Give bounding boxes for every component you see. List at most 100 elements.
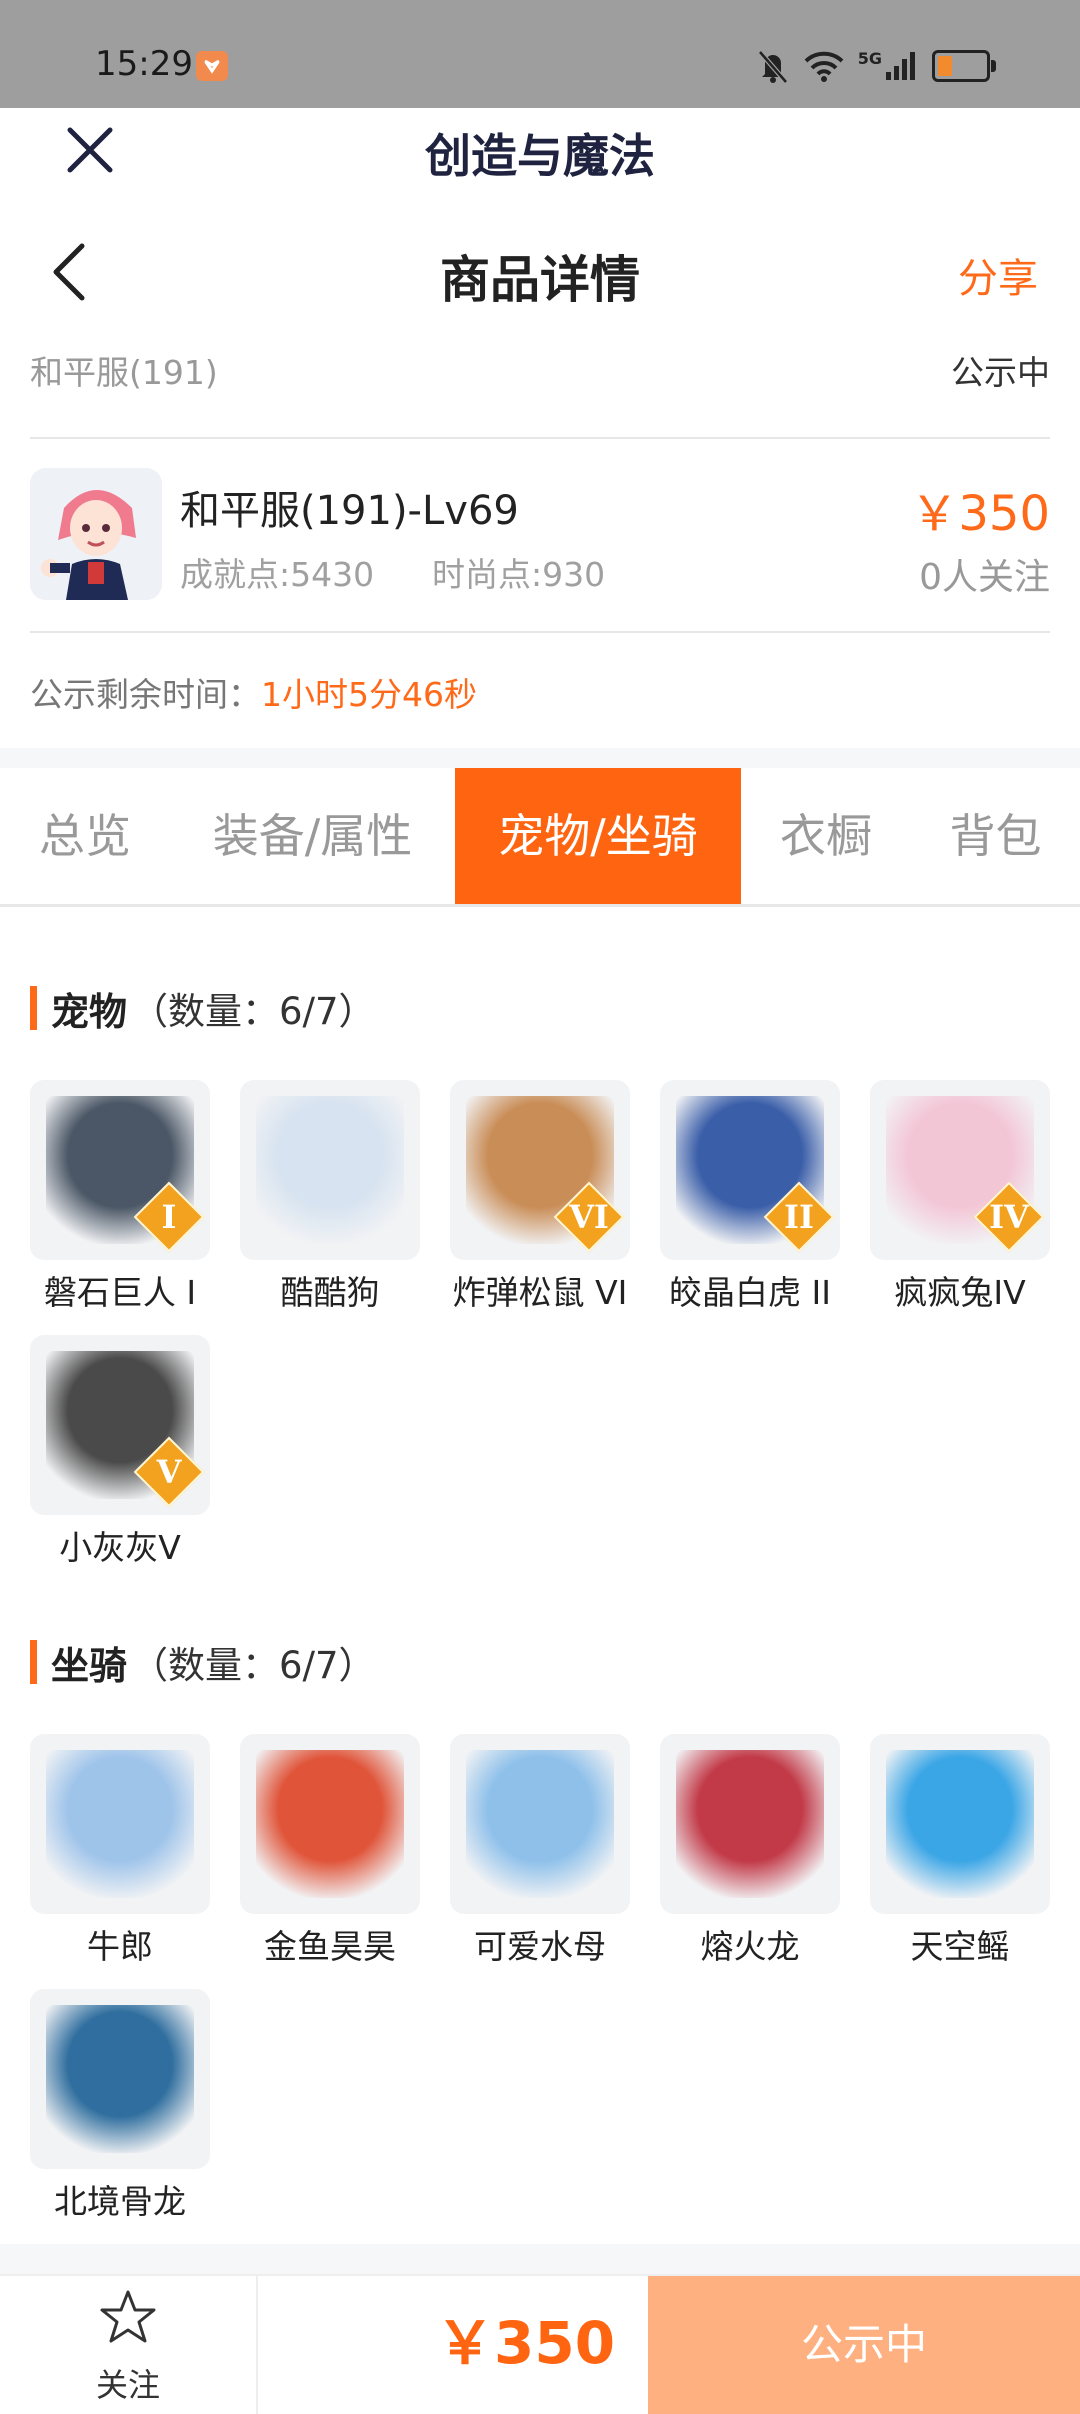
product-summary: 和平服(191)-Lv69 成就点:5430 时尚点:930 ￥350 0人关注: [30, 468, 1050, 600]
mount-name: 天空鳐: [910, 1927, 1010, 1966]
status-bar: 15:29 5G: [0, 0, 1080, 108]
follow-label: 关注: [95, 2366, 160, 2404]
mount-image: [256, 1750, 404, 1898]
bottom-price: ￥350: [436, 2309, 616, 2377]
pet-card[interactable]: VI 炸弹松鼠 VI: [450, 1080, 630, 1314]
rank-badge-label: II: [784, 1198, 814, 1236]
mount-card[interactable]: 可爱水母: [450, 1734, 630, 1968]
share-button[interactable]: 分享: [958, 246, 1038, 304]
mount-card[interactable]: 天空鳐: [870, 1734, 1050, 1968]
cool-dog-icon: [240, 1080, 420, 1260]
network-type: 5G: [857, 48, 882, 68]
pet-name: 疯疯兔IV: [894, 1273, 1026, 1312]
server-row: 和平服(191) 公示中: [30, 342, 1050, 398]
nav-bar: 商品详情 分享: [0, 216, 1080, 326]
wifi-icon: [804, 51, 844, 82]
clock: 15:29: [95, 44, 193, 84]
mount-image: [886, 1750, 1034, 1898]
mount-image: [676, 1750, 824, 1898]
product-name: 和平服(191)-Lv69: [180, 488, 519, 534]
pets-section-header: 宠物 （数量：6/7）: [30, 983, 376, 1034]
section-accent: [30, 1640, 37, 1684]
rock-giant-icon: I: [30, 1080, 210, 1260]
follow-button[interactable]: 关注: [0, 2276, 258, 2414]
mount-name: 可爱水母: [474, 1927, 606, 1966]
pet-card[interactable]: II 皎晶白虎 II: [660, 1080, 840, 1314]
pet-name: 炸弹松鼠 VI: [452, 1273, 628, 1312]
mount-card[interactable]: 熔火龙: [660, 1734, 840, 1968]
pet-name: 皎晶白虎 II: [669, 1273, 831, 1312]
countdown-value: 1小时5分46秒: [261, 675, 477, 714]
rank-badge-label: V: [156, 1453, 182, 1491]
tab-bar: 总览 装备/属性 宠物/坐骑 衣橱 背包: [0, 768, 1080, 904]
mounts-title: 坐骑: [51, 1643, 128, 1688]
mount-name: 北境骨龙: [54, 2182, 186, 2221]
star-icon: [100, 2290, 156, 2343]
pets-count: （数量：6/7）: [131, 990, 376, 1033]
white-tiger-icon: II: [660, 1080, 840, 1260]
bomb-squirrel-icon: VI: [450, 1080, 630, 1260]
fire-dragon-icon: [660, 1734, 840, 1914]
listing-status: 公示中: [951, 353, 1050, 392]
pet-name: 磐石巨人 I: [43, 1273, 197, 1312]
mounts-section-header: 坐骑 （数量：6/7）: [30, 1637, 376, 1688]
mount-name: 金鱼昊昊: [264, 1927, 396, 1966]
mount-name: 牛郎: [87, 1927, 153, 1966]
character-avatar: [30, 468, 162, 600]
product-price: ￥350: [910, 486, 1050, 542]
mount-image: [466, 1750, 614, 1898]
tab-backpack[interactable]: 背包: [911, 768, 1080, 904]
section-gap: [0, 748, 1080, 768]
rank-badge-label: I: [161, 1198, 177, 1236]
rank-badge-label: VI: [569, 1198, 609, 1236]
section-gap: [0, 2244, 1080, 2274]
bottom-action-bar: 关注 ￥350 公示中: [0, 2274, 1080, 2414]
bone-dragon-icon: [30, 1989, 210, 2169]
tab-overview[interactable]: 总览: [0, 768, 170, 904]
mount-name: 熔火龙: [700, 1927, 800, 1966]
jellyfish-icon: [450, 1734, 630, 1914]
pet-card[interactable]: V 小灰灰V: [30, 1335, 210, 1569]
follower-count: 0人关注: [919, 557, 1050, 598]
sky-ray-icon: [870, 1734, 1050, 1914]
tab-equipment[interactable]: 装备/属性: [170, 768, 455, 904]
page-title: 商品详情: [440, 251, 640, 309]
app-header: 创造与魔法: [0, 108, 1080, 208]
signal-icon: [886, 52, 915, 80]
pets-title: 宠物: [51, 989, 128, 1034]
status-button[interactable]: 公示中: [648, 2276, 1080, 2414]
mount-card[interactable]: 北境骨龙: [30, 1989, 210, 2223]
achievement-points: 成就点:5430: [180, 555, 375, 594]
rank-badge-label: IV: [989, 1198, 1029, 1236]
goldfish-icon: [240, 1734, 420, 1914]
tab-wardrobe[interactable]: 衣橱: [741, 768, 911, 904]
divider: [30, 631, 1050, 633]
grey-wolf-icon: V: [30, 1335, 210, 1515]
mount-image: [46, 2005, 194, 2153]
crazy-rabbit-icon: IV: [870, 1080, 1050, 1260]
mounts-count: （数量：6/7）: [131, 1644, 376, 1687]
mount-card[interactable]: 牛郎: [30, 1734, 210, 1968]
pet-name: 酷酷狗: [280, 1273, 380, 1312]
pet-image: [256, 1096, 404, 1244]
cowherd-icon: [30, 1734, 210, 1914]
server-name: 和平服(191): [30, 353, 218, 392]
battery-icon: [932, 50, 996, 82]
mute-bell-icon: [757, 50, 788, 84]
countdown: 公示剩余时间：1小时5分46秒: [30, 668, 477, 718]
pet-name: 小灰灰V: [59, 1528, 181, 1567]
tab-divider: [0, 904, 1080, 907]
fashion-points: 时尚点:930: [432, 555, 606, 594]
mount-card[interactable]: 金鱼昊昊: [240, 1734, 420, 1968]
countdown-label: 公示剩余时间：: [30, 675, 261, 714]
divider: [30, 437, 1050, 439]
pet-card[interactable]: 酷酷狗: [240, 1080, 420, 1314]
pet-card[interactable]: IV 疯疯兔IV: [870, 1080, 1050, 1314]
mount-image: [46, 1750, 194, 1898]
tab-pets-mounts[interactable]: 宠物/坐骑: [455, 768, 741, 904]
shield-icon: [196, 51, 228, 81]
battery-level: [938, 56, 952, 76]
app-title: 创造与魔法: [425, 129, 655, 183]
pet-card[interactable]: I 磐石巨人 I: [30, 1080, 210, 1314]
section-accent: [30, 986, 37, 1030]
